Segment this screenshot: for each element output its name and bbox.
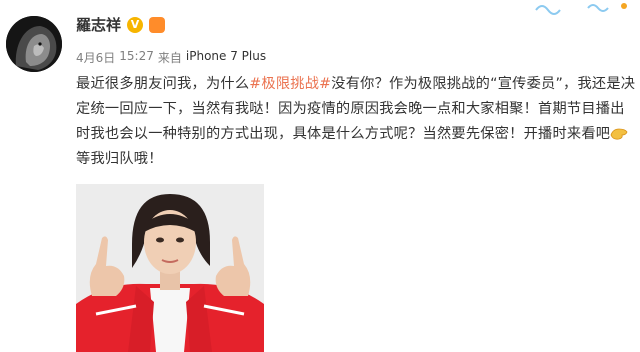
- post-date[interactable]: 4月6日: [76, 49, 115, 66]
- come-here-hand-emoji-icon: [610, 124, 628, 140]
- post-text-part: 等我归队哦！: [76, 151, 163, 167]
- post-time[interactable]: 15:27: [119, 49, 154, 66]
- post-image[interactable]: [76, 184, 264, 352]
- post-text-part: 最近很多朋友问我，为什么: [76, 76, 250, 92]
- source-prefix: 来自: [157, 51, 182, 65]
- post-text: 最近很多朋友问我，为什么#极限挑战#没有你？作为极限挑战的“宣传委员”，我还是决…: [76, 72, 636, 172]
- username[interactable]: 羅志祥: [76, 14, 121, 35]
- header-decoration: [528, 0, 640, 16]
- post-meta: 4月6日 15:27 来自 iPhone 7 Plus: [76, 49, 266, 66]
- post-source: iPhone 7 Plus: [185, 49, 267, 63]
- member-badge-icon: [149, 16, 166, 33]
- avatar[interactable]: [6, 16, 62, 72]
- topic-link[interactable]: #极限挑战#: [249, 76, 331, 92]
- verified-badge-icon: V: [127, 16, 144, 33]
- username-row: 羅志祥 V: [76, 14, 166, 35]
